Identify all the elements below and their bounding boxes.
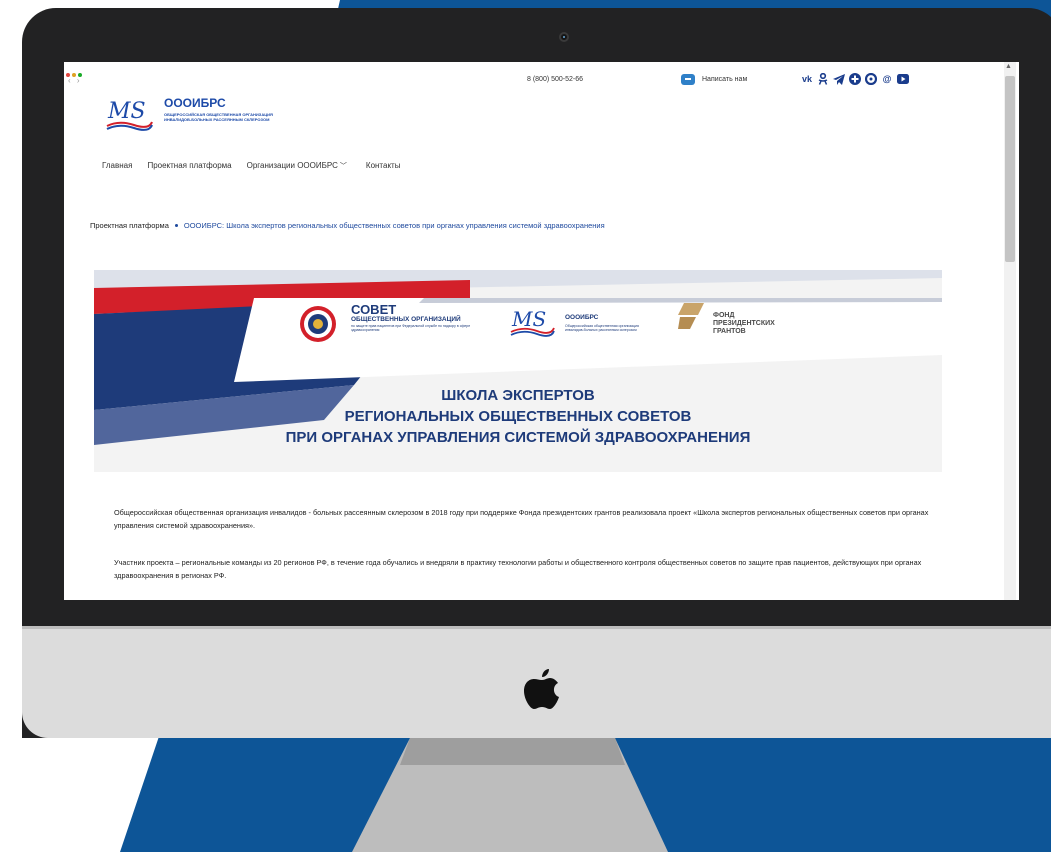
vertical-scrollbar[interactable]: ▲ [1004,62,1016,600]
social-links: vk @ [801,73,913,85]
camera-icon [559,32,569,42]
scroll-up-arrow-icon[interactable]: ▲ [1005,63,1012,70]
breadcrumb-parent[interactable]: Проектная платформа [90,221,169,230]
banner-title-line-3: ПРИ ОРГАНАХ УПРАВЛЕНИЯ СИСТЕМОЙ ЗДРАВООХ… [285,429,751,446]
youtube-icon[interactable] [897,73,909,85]
chevron-down-icon: ﹀ [339,163,347,170]
ms-banner-title: ОООИБРС [565,314,599,321]
odnoklassniki-icon[interactable] [817,73,829,85]
fond-line-1: ФОНД [713,312,735,319]
content-paragraph-2: Участник проекта – региональные команды … [114,558,922,580]
site-logo[interactable]: MS ОООИБРС ОБЩЕРОССИЙСКАЯ ОБЩЕСТВЕННАЯ О… [104,92,304,134]
menu-item-organizations-label: Организации ОООИБРС [246,161,338,170]
content-paragraph-1: Общероссийская общественная организация … [114,508,929,530]
write-us-label: Написать нам [702,76,748,83]
ms-logo-icon: MS [106,99,153,131]
browser-screen: ‹ › MS ОООИБРС ОБЩЕРОССИЙСКАЯ ОБЩЕСТВЕНН… [64,62,1019,600]
sovet-emblem-icon [300,306,336,342]
fond-logo-icon [678,303,704,329]
apple-logo-icon [524,669,559,709]
telegram-icon[interactable] [833,73,845,85]
fond-line-3: ГРАНТОВ [713,328,746,335]
ms-banner-subtitle: Общероссийская общественная организация … [565,324,639,332]
nav-arrows[interactable]: ‹ › [68,76,82,85]
plus-icon[interactable] [849,73,861,85]
menu-item-contacts[interactable]: Контакты [366,161,401,171]
banner-title-line-2: РЕГИОНАЛЬНЫХ ОБЩЕСТВЕННЫХ СОВЕТОВ [344,408,692,425]
fond-logo-text: ФОНД ПРЕЗИДЕНТСКИХ ГРАНТОВ [713,312,775,336]
ms-banner-logo-icon: MS [510,307,555,337]
mail-icon[interactable]: @ [881,73,893,85]
breadcrumb-separator [174,224,178,227]
svg-text:MS: MS [107,99,146,124]
breadcrumb-current: ОООИБРС: Школа экспертов региональных об… [183,221,605,230]
breadcrumb: Проектная платформа ОООИБРС: Школа экспер… [90,221,605,230]
sovet-mid: ОБЩЕСТВЕННЫХ ОРГАНИЗАЦИЙ [351,316,461,323]
fond-line-2: ПРЕЗИДЕНТСКИХ [713,320,775,327]
write-us-link[interactable]: Написать нам [681,74,747,85]
viber-icon[interactable] [865,73,877,85]
main-menu: Главная Проектная платформа Организации … [102,161,415,171]
project-banner: СОВЕТ ОБЩЕСТВЕННЫХ ОРГАНИЗАЦИЙ по защите… [94,270,942,472]
vk-icon[interactable]: vk [801,73,813,85]
menu-item-home[interactable]: Главная [102,161,132,171]
logo-title: ОООИБРС [164,96,226,110]
svg-text:MS: MS [511,307,546,331]
sovet-small: по защите прав пациентов при Федеральной… [351,324,471,332]
phone-number[interactable]: 8 (800) 500-52-66 [527,76,583,83]
menu-item-organizations[interactable]: Организации ОООИБРС ﹀ [247,161,362,171]
logo-subtitle: ОБЩЕРОССИЙСКАЯ ОБЩЕСТВЕННАЯ ОРГАНИЗАЦИЯ … [164,112,273,122]
sovet-big: СОВЕТ [351,302,397,317]
banner-title-line-1: ШКОЛА ЭКСПЕРТОВ [441,387,595,404]
scrollbar-thumb[interactable] [1005,76,1015,262]
sovet-logo-text: СОВЕТ ОБЩЕСТВЕННЫХ ОРГАНИЗАЦИЙ по защите… [351,302,481,332]
chat-icon [681,74,695,85]
menu-item-project-platform[interactable]: Проектная платформа [147,161,231,171]
